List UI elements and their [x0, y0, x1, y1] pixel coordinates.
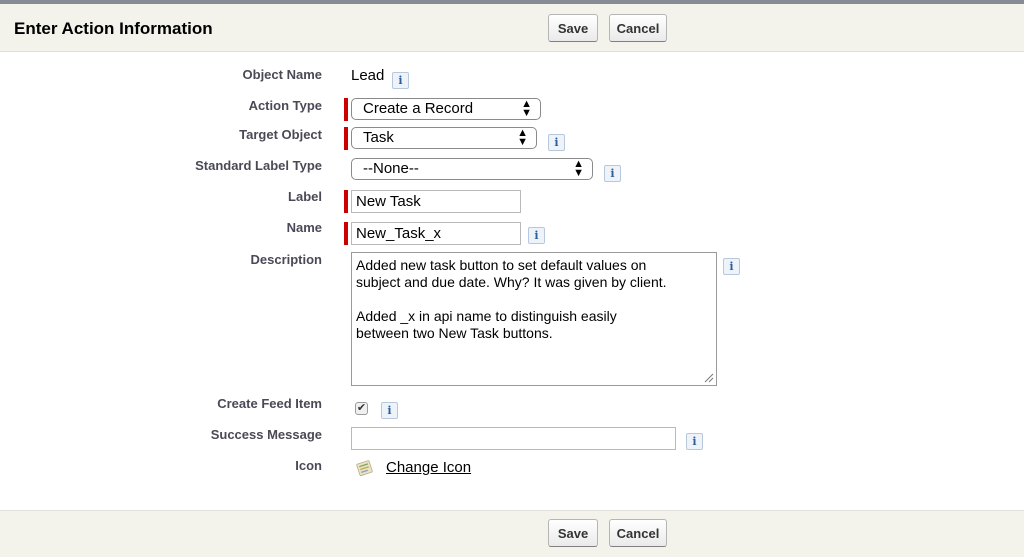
- task-icon: [356, 460, 373, 477]
- success-message-label: Success Message: [210, 427, 322, 442]
- save-button-top[interactable]: Save: [548, 14, 598, 42]
- info-icon-success-message[interactable]: i: [686, 433, 703, 450]
- required-indicator: [344, 98, 348, 121]
- create-feed-item-label: Create Feed Item: [217, 396, 322, 411]
- page-title: Enter Action Information: [14, 19, 213, 38]
- info-icon-description[interactable]: i: [723, 258, 740, 275]
- name-input[interactable]: New_Task_x: [351, 222, 521, 245]
- label-field-label: Label: [288, 189, 322, 204]
- action-type-label: Action Type: [248, 98, 322, 113]
- info-icon-create-feed-item[interactable]: i: [381, 402, 398, 419]
- info-icon-name[interactable]: i: [528, 227, 545, 244]
- success-message-input[interactable]: [351, 427, 676, 450]
- select-arrows-icon: ▲ ▼: [517, 127, 528, 148]
- change-icon-link[interactable]: Change Icon: [386, 459, 471, 476]
- target-object-value: Task: [363, 129, 394, 146]
- page-header: Enter Action Information Save Cancel: [0, 4, 1024, 52]
- description-textarea[interactable]: Added new task button to set default val…: [351, 252, 717, 386]
- target-object-select[interactable]: Task ▲ ▼: [351, 127, 537, 149]
- required-indicator: [344, 190, 348, 213]
- object-name-label: Object Name: [242, 67, 322, 82]
- save-button-bottom[interactable]: Save: [548, 519, 598, 547]
- cancel-button-bottom[interactable]: Cancel: [609, 519, 667, 547]
- resize-grip-icon[interactable]: [704, 373, 714, 383]
- target-object-label: Target Object: [239, 127, 322, 142]
- name-field-label: Name: [286, 220, 322, 235]
- standard-label-type-value: --None--: [363, 160, 419, 177]
- icon-field-label: Icon: [295, 458, 322, 473]
- cancel-button-top[interactable]: Cancel: [609, 14, 667, 42]
- description-label: Description: [250, 252, 322, 267]
- required-indicator: [344, 222, 348, 245]
- info-icon-object-name[interactable]: i: [392, 72, 409, 89]
- description-text: Added new task button to set default val…: [356, 257, 667, 341]
- create-feed-item-checkbox[interactable]: ✔: [355, 402, 368, 415]
- standard-label-type-select[interactable]: --None-- ▲ ▼: [351, 158, 593, 180]
- required-indicator: [344, 127, 348, 150]
- info-icon-standard-label-type[interactable]: i: [604, 165, 621, 182]
- action-type-value: Create a Record: [363, 100, 474, 117]
- label-input[interactable]: New Task: [351, 190, 521, 213]
- page-footer: Save Cancel: [0, 510, 1024, 557]
- object-name-value: Lead: [351, 67, 385, 84]
- standard-label-type-label: Standard Label Type: [195, 158, 322, 173]
- select-arrows-icon: ▲ ▼: [573, 158, 584, 179]
- info-icon-target-object[interactable]: i: [548, 134, 565, 151]
- action-type-select[interactable]: Create a Record ▲ ▼: [351, 98, 541, 120]
- select-arrows-icon: ▲ ▼: [521, 98, 532, 119]
